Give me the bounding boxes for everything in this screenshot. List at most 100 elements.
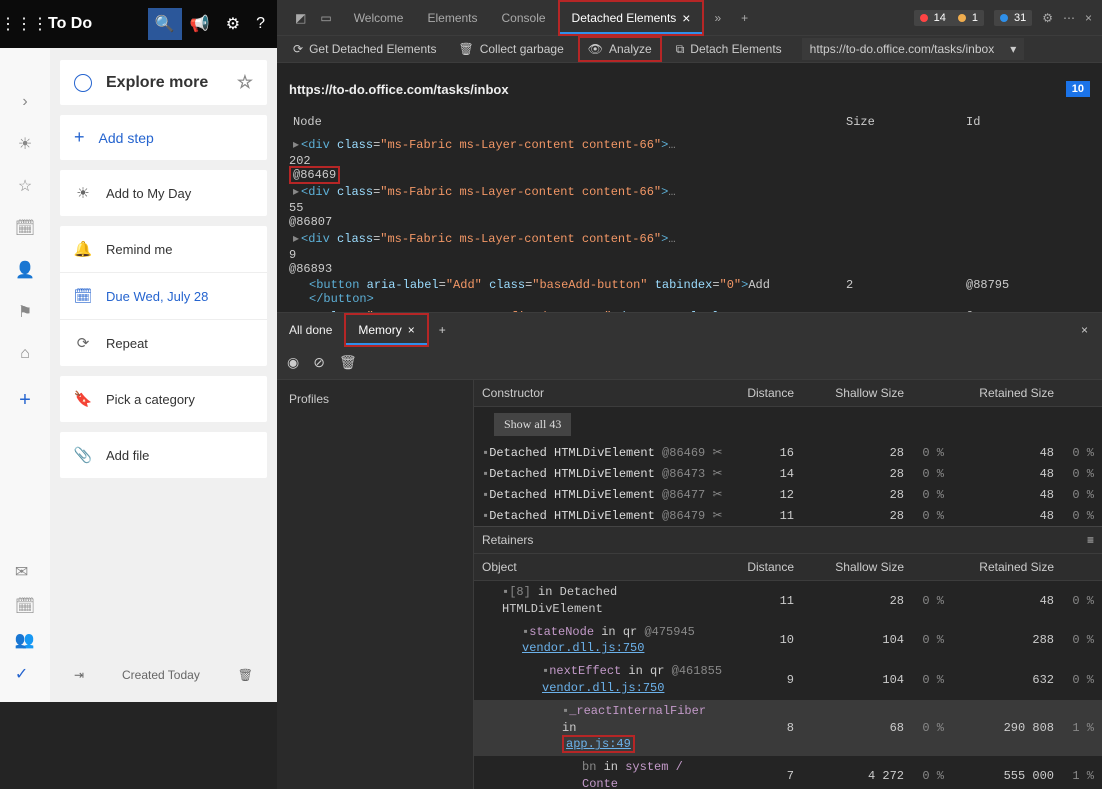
retainers-menu-icon[interactable]: ≡ xyxy=(1087,533,1094,547)
delete-icon[interactable]: 🗑 xyxy=(339,354,357,371)
bell-icon: 🔔 xyxy=(74,240,92,258)
tab-console[interactable]: Console xyxy=(490,0,558,36)
app-sidebar: › ☀ ☆ 🗓 👤 ⚑ ⌂ + ✉ 🗓 👥 ✓ xyxy=(0,48,50,702)
check-icon[interactable]: ✓ xyxy=(15,664,35,684)
add-file-label: Add file xyxy=(106,448,149,463)
more-tabs-icon[interactable]: » xyxy=(704,11,731,25)
col-retained2[interactable]: Retained Size xyxy=(944,560,1054,574)
help-icon[interactable]: ? xyxy=(256,15,265,33)
trash-icon[interactable]: 🗑 xyxy=(238,668,253,682)
detached-row[interactable]: ▸<div class="ms-Fabric ms-Layer-content … xyxy=(289,182,1090,201)
gear-icon[interactable]: ⚙ xyxy=(226,14,240,34)
tab-detached-elements[interactable]: Detached Elements× xyxy=(558,0,705,36)
detached-row[interactable]: ▸<div class="ms-Fabric ms-Layer-content … xyxy=(289,135,1090,154)
flag-icon[interactable]: ⚑ xyxy=(0,298,50,326)
detached-count: 10 xyxy=(1066,81,1090,97)
tab-memory[interactable]: Memory× xyxy=(344,313,428,347)
profiles-label: Profiles xyxy=(277,380,473,418)
menu-icon[interactable]: ⋯ xyxy=(1063,11,1075,25)
add-drawer-tab[interactable]: + xyxy=(429,323,456,337)
detach-button[interactable]: ⧉Detach Elements xyxy=(668,38,790,61)
url-select[interactable]: https://to-do.office.com/tasks/inbox▾ xyxy=(802,38,1025,60)
tab-all-done[interactable]: All done xyxy=(277,313,344,347)
home-icon[interactable]: ⌂ xyxy=(0,340,50,368)
get-detached-button[interactable]: ⟳Get Detached Elements xyxy=(285,38,444,60)
close2-icon[interactable]: × xyxy=(408,323,415,337)
star-outline-icon[interactable]: ☆ xyxy=(237,72,253,93)
col-size[interactable]: Size xyxy=(846,115,966,129)
heap-row[interactable]: ▪Detached HTMLDivElement @86479 ✂11280 %… xyxy=(474,505,1102,526)
col-retained[interactable]: Retained Size xyxy=(944,386,1054,400)
add-my-day-label: Add to My Day xyxy=(106,186,191,201)
retainers-header: Retainers≡ xyxy=(474,526,1102,554)
show-all-button[interactable]: Show all 43 xyxy=(494,413,571,436)
analyze-button[interactable]: 👁Analyze xyxy=(578,36,662,62)
calendar-icon[interactable]: 🗓 xyxy=(0,214,50,242)
detach-icon: ⧉ xyxy=(676,42,685,57)
col-shallow[interactable]: Shallow Size xyxy=(794,386,904,400)
retainer-row[interactable]: ▪_reactInternalFiber inapp.js:498680 %29… xyxy=(474,700,1102,756)
tab-elements[interactable]: Elements xyxy=(415,0,489,36)
due-date-label: Due Wed, July 28 xyxy=(106,289,208,304)
app-header: ⋮⋮⋮ To Do 🔍 📢 ⚙ ? xyxy=(0,0,277,48)
collect-garbage-button[interactable]: 🗑Collect garbage xyxy=(450,38,571,60)
add-to-my-day[interactable]: ☀Add to My Day xyxy=(60,170,267,216)
inspect-icon[interactable]: ◩ xyxy=(295,11,306,25)
col-shallow2[interactable]: Shallow Size xyxy=(794,560,904,574)
person-icon[interactable]: 👤 xyxy=(0,256,50,284)
sun-icon[interactable]: ☀ xyxy=(0,130,50,158)
chevron-right-icon[interactable]: › xyxy=(0,88,50,116)
waffle-icon[interactable]: ⋮⋮⋮ xyxy=(0,0,48,48)
repeat[interactable]: ⟳Repeat xyxy=(60,319,267,366)
repeat-icon: ⟳ xyxy=(74,334,92,352)
task-title-card[interactable]: Explore more ☆ xyxy=(60,60,267,105)
retainer-row[interactable]: ▪[8] in Detached HTMLDivElement11280 %48… xyxy=(474,581,1102,621)
device-icon[interactable]: ▭ xyxy=(320,11,331,25)
add-list-button[interactable]: + xyxy=(0,386,50,414)
add-step-label: Add step xyxy=(99,130,154,146)
memory-toolbar: ◉ ⊘ 🗑 xyxy=(277,346,1102,380)
eye-icon: 👁 xyxy=(588,42,603,56)
search-button[interactable]: 🔍 xyxy=(148,8,182,40)
complete-circle-icon[interactable] xyxy=(74,74,92,92)
megaphone-icon[interactable]: 📢 xyxy=(190,14,210,34)
heap-row[interactable]: ▪Detached HTMLDivElement @86469 ✂16280 %… xyxy=(474,442,1102,463)
clear-icon[interactable]: ⊘ xyxy=(313,354,325,371)
detail-footer: ⇥ Created Today 🗑 xyxy=(60,660,267,690)
detached-row[interactable]: ▸<div class="ms-Fabric ms-Layer-content … xyxy=(289,229,1090,248)
retainer-row[interactable]: ▪stateNode in qr @475945vendor.dll.js:75… xyxy=(474,621,1102,661)
heap-row[interactable]: ▪Detached HTMLDivElement @86477 ✂12280 %… xyxy=(474,484,1102,505)
add-tab-icon[interactable]: + xyxy=(731,11,758,25)
people-icon[interactable]: 👥 xyxy=(15,630,35,650)
tab-welcome[interactable]: Welcome xyxy=(342,0,416,36)
col-distance2[interactable]: Distance xyxy=(724,560,794,574)
col-distance[interactable]: Distance xyxy=(724,386,794,400)
due-date[interactable]: 🗓Due Wed, July 28 xyxy=(60,272,267,319)
heap-row[interactable]: ▪Detached HTMLDivElement @86473 ✂14280 %… xyxy=(474,463,1102,484)
errors-badge[interactable]: 141 xyxy=(914,10,984,26)
calendar2-icon[interactable]: 🗓 xyxy=(15,596,35,616)
close-devtools-icon[interactable]: × xyxy=(1085,11,1092,25)
col-node[interactable]: Node xyxy=(293,115,846,129)
col-id[interactable]: Id xyxy=(966,115,1086,129)
add-file[interactable]: 📎Add file xyxy=(60,432,267,478)
remind-me[interactable]: 🔔Remind me xyxy=(60,226,267,272)
settings-icon[interactable]: ⚙ xyxy=(1042,11,1053,25)
pick-category[interactable]: 🔖Pick a category xyxy=(60,376,267,422)
app-title: To Do xyxy=(48,15,148,33)
mail-icon[interactable]: ✉ xyxy=(15,562,35,582)
drawer-tabs: All done Memory× + × xyxy=(277,312,1102,346)
retainer-row[interactable]: ▪nextEffect in qr @461855vendor.dll.js:7… xyxy=(474,660,1102,700)
detached-row[interactable]: <button aria-label="Add" class="baseAdd-… xyxy=(289,276,1090,308)
retainer-row[interactable]: bn in system / Conte74 2720 %555 0001 % xyxy=(474,756,1102,789)
close-drawer-icon[interactable]: × xyxy=(1067,323,1102,337)
collapse-icon[interactable]: ⇥ xyxy=(74,668,84,682)
info-badge[interactable]: 31 xyxy=(994,10,1032,26)
star-icon[interactable]: ☆ xyxy=(0,172,50,200)
col-constructor[interactable]: Constructor xyxy=(482,386,724,400)
close-icon[interactable]: × xyxy=(682,10,690,26)
pick-category-label: Pick a category xyxy=(106,392,195,407)
add-step-button[interactable]: +Add step xyxy=(60,115,267,160)
col-object[interactable]: Object xyxy=(482,560,724,574)
record-icon[interactable]: ◉ xyxy=(287,354,299,371)
